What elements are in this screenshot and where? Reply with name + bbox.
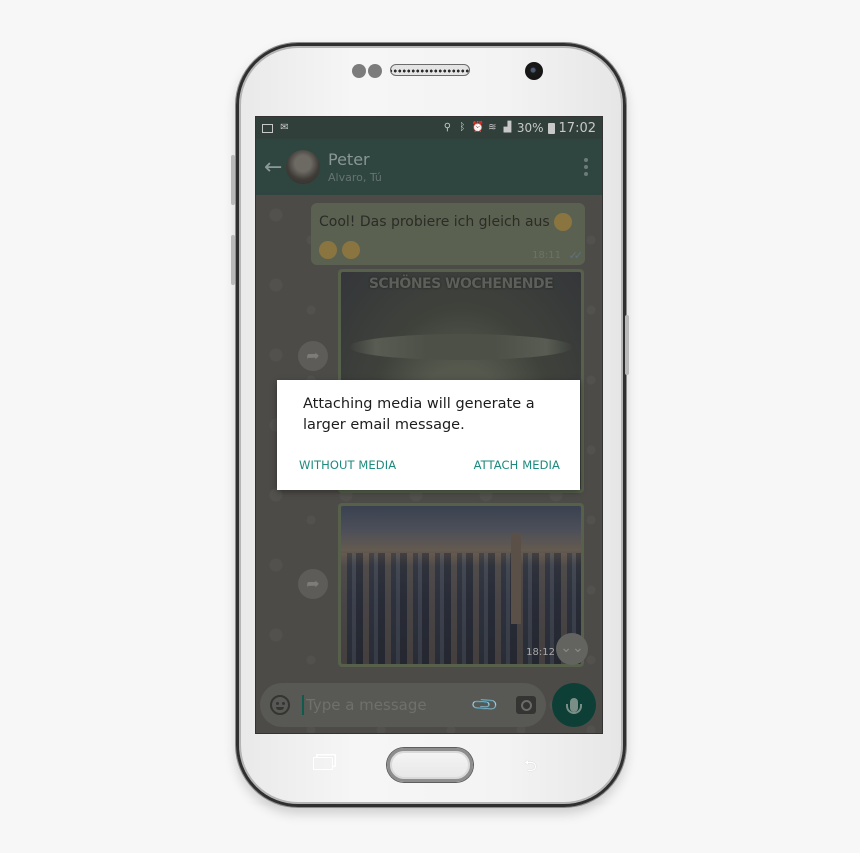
back-arrow-icon[interactable]: ← [264,155,284,180]
back-key-icon[interactable]: ⮌ [524,755,537,782]
front-camera [525,62,543,80]
forward-icon[interactable]: ➦ [298,569,328,599]
message-time: 18:11 [532,250,561,261]
attach-icon[interactable]: 📎 [469,690,500,721]
microphone-icon [566,698,582,714]
recent-apps-key[interactable] [313,757,333,770]
dialog-message: Attaching media will generate a larger e… [303,396,535,433]
compose-bar: 📎 [260,683,600,727]
sunglasses-emoji-icon [319,240,337,259]
alarm-icon: ⏰ [471,122,485,133]
message-input-container: 📎 [260,683,546,727]
power-button [625,315,629,375]
battery-icon [547,122,555,134]
scroll-to-bottom-button[interactable]: ⌄⌄ [556,633,588,665]
chat-header: ← Peter Alvaro, Tú [256,139,602,195]
mail-icon: ✉ [280,122,289,133]
clock: 17:02 [558,120,596,136]
bluetooth-icon: ᛒ [459,122,466,133]
grinning-emoji-icon [342,240,361,259]
battery-percent: 30% [516,121,544,135]
contact-name: Peter [328,150,370,169]
home-button[interactable] [387,748,473,782]
volume-button [231,155,235,205]
image-icon [262,123,273,133]
contact-subtitle: Alvaro, Tú [328,171,382,184]
meme-caption: SCHÖNES WOCHENENDE [368,276,554,292]
message-text: Cool! Das probiere ich gleich aus [319,213,573,231]
message-input[interactable] [306,696,456,714]
emoji-icon[interactable] [270,695,290,715]
forward-icon[interactable]: ➦ [298,341,328,371]
city-skyline-image: 18:12 [341,506,581,664]
status-bar: ✉ ⚲ ᛒ ⏰ ≋ ▟ 30% 17:02 [256,117,602,139]
light-sensor [368,64,382,78]
read-receipt-icon: ✓✓ [568,249,584,262]
image-message[interactable]: 18:12 [338,503,584,667]
signal-icon: ▟ [503,122,512,133]
contact-avatar[interactable] [286,150,320,184]
wifi-icon: ≋ [488,122,497,133]
camera-icon[interactable] [516,696,536,714]
without-media-button[interactable]: WITHOUT MEDIA [299,458,396,472]
bixby-button [231,235,235,285]
voice-message-button[interactable] [552,683,596,727]
text-cursor [302,695,304,715]
attach-media-dialog: Attaching media will generate a larger e… [277,380,580,490]
proximity-sensor [352,64,366,78]
message-bubble[interactable]: Cool! Das probiere ich gleich aus 18:11 … [311,203,585,265]
location-icon: ⚲ [443,122,452,133]
contact-info[interactable]: Peter Alvaro, Tú [328,150,382,184]
thumbs-up-emoji-icon [554,213,573,231]
attach-media-button[interactable]: ATTACH MEDIA [474,458,560,472]
overflow-menu-icon[interactable] [584,158,594,176]
message-time: 18:12 [526,647,555,658]
earpiece-speaker [390,64,470,76]
